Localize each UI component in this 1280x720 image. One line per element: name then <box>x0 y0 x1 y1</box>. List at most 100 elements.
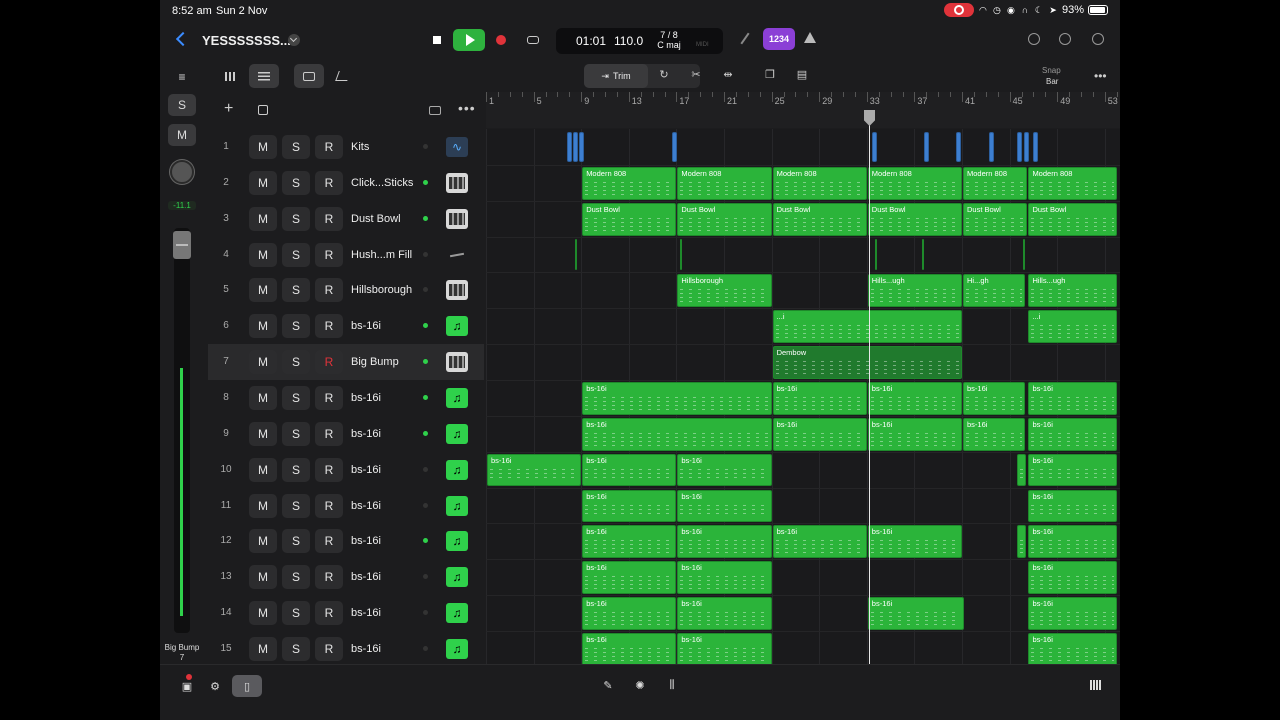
audio-hit-region[interactable] <box>956 132 962 162</box>
midi-region[interactable]: Hi...gh <box>963 274 1026 308</box>
track-solo-button[interactable]: S <box>282 278 310 303</box>
fill-hit-region[interactable] <box>875 238 878 271</box>
loop-browser-icon[interactable] <box>1028 33 1040 45</box>
midi-region[interactable]: Modern 808 <box>582 166 677 200</box>
track-row[interactable]: 6 M S Rbs-16i ♫ <box>208 308 484 344</box>
paste-icon[interactable]: ▤ <box>794 68 810 81</box>
midi-region[interactable]: Hills...ugh <box>1028 274 1117 308</box>
track-solo-button[interactable]: S <box>282 170 310 195</box>
audio-hit-region[interactable] <box>923 132 929 162</box>
track-name[interactable]: bs-16i <box>351 464 381 476</box>
audio-hit-region[interactable] <box>989 132 995 162</box>
track-row[interactable]: 1 M S R Kits ∿ <box>208 129 484 165</box>
drum-machine-icon[interactable] <box>446 208 468 229</box>
tempo-value[interactable]: 110.0 <box>614 34 643 48</box>
track-name[interactable]: bs-16i <box>351 643 381 655</box>
track-record-button[interactable]: R <box>315 529 343 554</box>
midi-region[interactable]: bs-16i <box>677 597 772 630</box>
strip-solo-button[interactable]: S <box>168 94 196 116</box>
track-mute-button[interactable]: M <box>249 385 277 410</box>
track-name[interactable]: bs-16i <box>351 535 381 547</box>
track-row[interactable]: 2 M S R Click...Sticks <box>208 165 484 201</box>
automation-button[interactable] <box>328 64 358 88</box>
midi-region[interactable]: bs-16i <box>772 417 867 451</box>
midi-region[interactable]: bs-16i <box>582 381 772 415</box>
midi-region[interactable]: bs-16i <box>677 561 772 595</box>
audio-hit-region[interactable] <box>1016 132 1022 162</box>
track-solo-button[interactable]: S <box>282 350 310 375</box>
tracks-area[interactable]: Modern 808 Modern 808 Modern 808 Modern 808… <box>486 129 1120 664</box>
midi-region[interactable]: ...i <box>772 310 962 344</box>
track-mute-button[interactable]: M <box>249 135 277 159</box>
pan-knob[interactable] <box>170 160 194 184</box>
track-mute-button[interactable]: M <box>249 170 277 195</box>
track-mute-button[interactable]: M <box>249 206 277 231</box>
midi-region[interactable]: Modern 808 <box>772 166 867 200</box>
timeline-more-icon[interactable]: ••• <box>1094 69 1107 83</box>
midi-region[interactable]: bs-16i <box>1028 597 1117 630</box>
midi-region[interactable]: bs-16i <box>1028 561 1117 595</box>
audio-hit-region[interactable] <box>566 132 572 162</box>
volume-fader-handle[interactable] <box>173 231 191 259</box>
back-chevron-icon[interactable] <box>172 30 192 50</box>
fill-hit-region[interactable] <box>1022 238 1025 271</box>
track-record-button[interactable]: R <box>315 565 343 590</box>
track-row[interactable]: 15 M S Rbs-16i ♫ <box>208 631 484 667</box>
midi-region[interactable]: Modern 808 <box>677 166 772 200</box>
track-icon-toggle-icon[interactable] <box>429 106 441 115</box>
split-tool-icon[interactable]: ✂ <box>688 68 704 81</box>
track-solo-button[interactable]: S <box>282 242 310 267</box>
count-in-button[interactable]: 1234 <box>763 28 795 50</box>
smart-controls-icon[interactable]: ✺ <box>632 679 648 692</box>
midi-region[interactable]: bs-16i <box>582 489 677 523</box>
midi-region[interactable]: bs-16i <box>772 381 867 415</box>
synth-icon[interactable]: ♫ <box>446 387 468 408</box>
midi-region[interactable] <box>1016 525 1027 559</box>
screen-recording-icon[interactable] <box>943 3 974 17</box>
track-row[interactable]: 5 M S R Hillsborough <box>208 272 484 308</box>
mixer-icon[interactable]: ⫼ <box>664 679 680 692</box>
stop-button[interactable] <box>424 29 450 51</box>
fill-hit-region[interactable] <box>679 238 682 271</box>
track-solo-button[interactable]: S <box>282 636 310 661</box>
track-solo-button[interactable]: S <box>282 529 310 554</box>
mixer-settings-button[interactable]: ≡ <box>168 66 196 88</box>
keyboard-icon[interactable] <box>1090 680 1102 690</box>
track-header-more-icon[interactable]: ••• <box>458 100 476 116</box>
track-record-button[interactable]: R <box>315 350 343 375</box>
midi-region[interactable]: Modern 808 <box>1028 166 1117 200</box>
track-row[interactable]: 13 M S Rbs-16i ♫ <box>208 559 484 595</box>
help-icon[interactable] <box>1059 33 1071 45</box>
waveform-icon[interactable]: ∿ <box>446 137 468 157</box>
midi-region[interactable]: ...i <box>1028 310 1117 344</box>
synth-icon[interactable]: ♫ <box>446 459 468 480</box>
midi-region[interactable]: bs-16i <box>1028 632 1117 664</box>
midi-region[interactable]: Dust Bowl <box>772 202 867 236</box>
midi-region[interactable]: Dembow <box>772 346 962 379</box>
audio-hit-region[interactable] <box>671 132 677 162</box>
midi-region[interactable]: bs-16i <box>582 561 677 595</box>
play-button[interactable] <box>453 29 485 51</box>
track-solo-button[interactable]: S <box>282 457 310 482</box>
region-view-button[interactable] <box>294 64 324 88</box>
track-solo-button[interactable]: S <box>282 565 310 590</box>
track-mute-button[interactable]: M <box>249 457 277 482</box>
project-menu-chevron-icon[interactable] <box>288 34 300 46</box>
midi-region[interactable]: bs-16i <box>867 597 965 630</box>
track-solo-button[interactable]: S <box>282 421 310 446</box>
track-record-button[interactable]: R <box>315 636 343 661</box>
cycle-button[interactable] <box>520 29 546 51</box>
track-name[interactable]: Hillsborough <box>351 284 412 296</box>
track-name[interactable]: bs-16i <box>351 500 381 512</box>
track-name[interactable]: Click...Sticks <box>351 177 413 189</box>
midi-region[interactable]: bs-16i <box>582 597 677 630</box>
browser-button[interactable] <box>215 64 245 88</box>
editor-toggle-button[interactable]: ▯ <box>232 675 262 697</box>
audio-hit-region[interactable] <box>1033 132 1039 162</box>
track-mute-button[interactable]: M <box>249 601 277 626</box>
track-name[interactable]: bs-16i <box>351 392 381 404</box>
midi-region[interactable]: bs-16i <box>677 525 772 559</box>
track-solo-button[interactable]: S <box>282 385 310 410</box>
midi-region[interactable] <box>1016 453 1027 487</box>
track-mute-button[interactable]: M <box>249 242 277 267</box>
